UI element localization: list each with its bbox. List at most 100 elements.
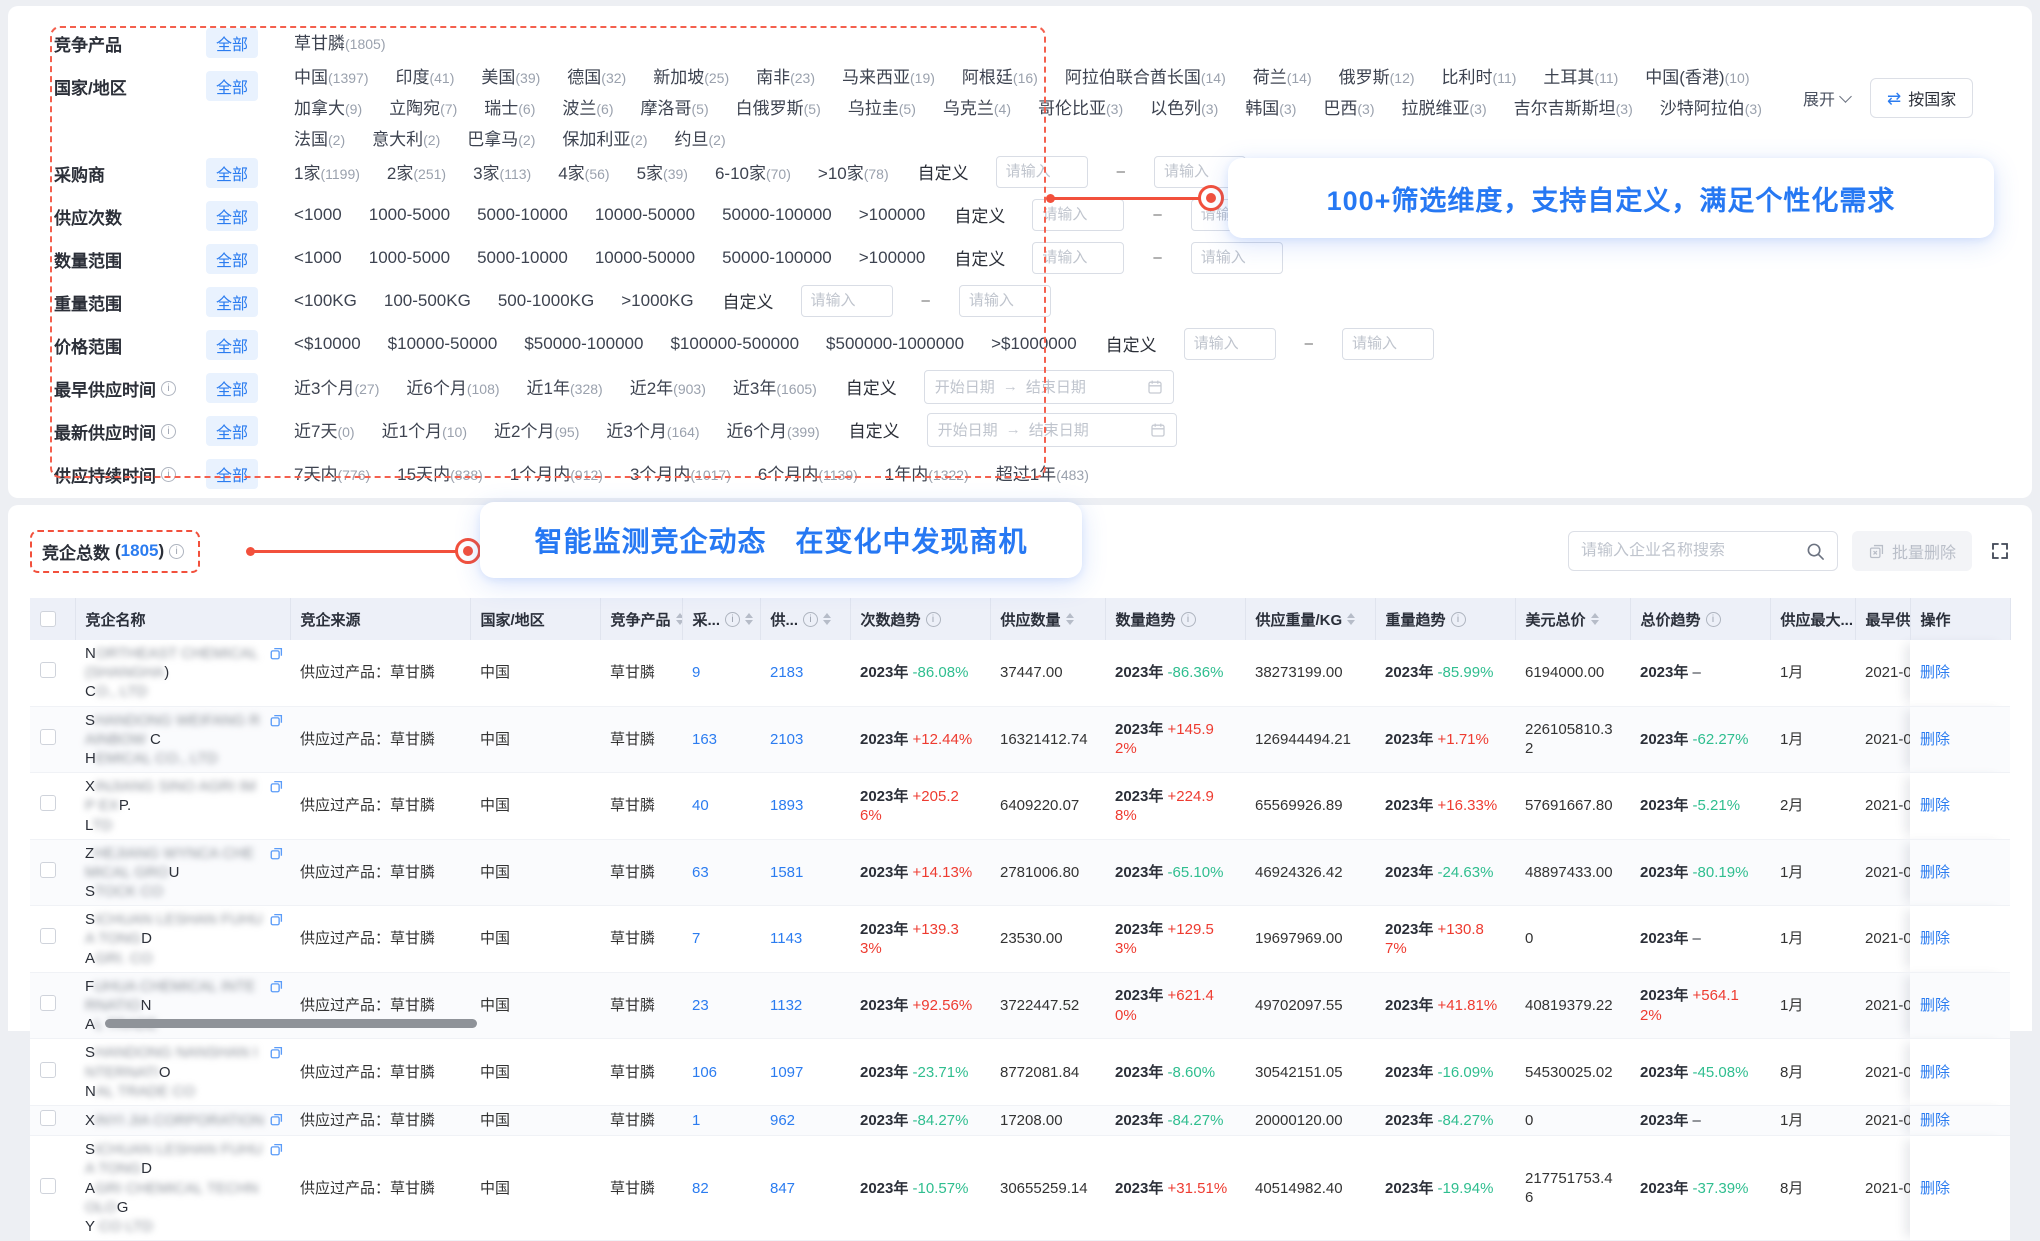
filter-option[interactable]: 5家(39) [637,159,688,184]
info-icon[interactable]: i [1181,612,1196,627]
filter-option[interactable]: 近3个月(27) [294,374,379,399]
info-icon[interactable]: i [161,424,176,439]
filter-option[interactable]: >100000 [859,248,926,268]
buyers-count-link[interactable]: 63 [692,864,709,881]
filter-option[interactable]: 德国(32) [567,63,626,88]
copy-icon[interactable] [269,646,284,661]
row-checkbox[interactable] [40,1110,56,1126]
sort-icon[interactable] [823,613,831,625]
delete-link[interactable]: 删除 [1920,664,1950,681]
column-header-max[interactable]: 供应最大...i [1770,598,1855,640]
buyers-count-link[interactable]: 106 [692,1064,717,1081]
filter-option[interactable]: 沙特阿拉伯(3) [1660,94,1762,119]
filter-all-chip[interactable]: 全部 [206,373,258,403]
column-header-usd[interactable]: 美元总价 [1515,598,1630,640]
filter-option[interactable]: 哥伦比亚(3) [1038,94,1123,119]
filter-option[interactable]: 美国(39) [481,63,540,88]
filter-option[interactable]: 500-1000KG [498,291,594,311]
filter-option[interactable]: <100KG [294,291,357,311]
filter-option[interactable]: 近3年(1605) [733,374,817,399]
filter-option[interactable]: 韩国(3) [1245,94,1296,119]
sort-icon[interactable] [1066,613,1074,625]
custom-label[interactable]: 自定义 [846,374,897,399]
filter-option[interactable]: 3家(113) [473,159,531,184]
copy-icon[interactable] [269,1045,284,1060]
filter-all-chip[interactable]: 全部 [206,28,258,58]
filter-option[interactable]: $50000-100000 [524,334,643,354]
filter-option[interactable]: 白俄罗斯(5) [736,94,821,119]
filter-option[interactable]: 近1个月(10) [382,417,467,442]
supply-times-link[interactable]: 1143 [770,930,802,947]
filter-option[interactable]: <1000 [294,205,342,225]
filter-option[interactable]: 1年内(1322) [885,460,969,485]
expand-toggle[interactable]: 展开 [1803,86,1850,110]
custom-min-input[interactable] [1184,328,1276,360]
filter-option[interactable]: $500000-1000000 [826,334,964,354]
row-checkbox[interactable] [40,662,56,678]
delete-link[interactable]: 删除 [1920,731,1950,748]
sort-icon[interactable] [1347,613,1355,625]
filter-option[interactable]: 草甘膦(1805) [294,29,385,54]
info-icon[interactable]: i [926,612,941,627]
filter-option[interactable]: 7天内(776) [294,460,370,485]
delete-link[interactable]: 删除 [1920,864,1950,881]
filter-option[interactable]: 乌克兰(4) [943,94,1011,119]
supply-times-link[interactable]: 847 [770,1180,795,1197]
filter-option[interactable]: $100000-500000 [670,334,799,354]
header-checkbox[interactable] [40,611,56,627]
custom-min-input[interactable] [801,285,893,317]
sort-icon[interactable] [745,613,753,625]
filter-option[interactable]: 以色列(3) [1150,94,1218,119]
filter-option[interactable]: 50000-100000 [722,248,832,268]
filter-option[interactable]: 6个月内(1139) [758,460,858,485]
supply-times-link[interactable]: 2103 [770,731,803,748]
filter-option[interactable]: 乌拉圭(5) [848,94,916,119]
calendar-icon[interactable] [1150,422,1166,438]
custom-label[interactable]: 自定义 [954,245,1005,270]
column-header-buyers[interactable]: 采...i [682,598,760,640]
filter-all-chip[interactable]: 全部 [206,287,258,317]
fullscreen-icon[interactable] [1990,541,2010,561]
filter-option[interactable]: 10000-50000 [595,248,695,268]
buyers-count-link[interactable]: 163 [692,731,717,748]
filter-option[interactable]: 50000-100000 [722,205,832,225]
supply-times-link[interactable]: 1097 [770,1064,803,1081]
supply-times-link[interactable]: 962 [770,1112,795,1129]
date-range-input[interactable]: 开始日期→结束日期 [927,413,1177,447]
buyers-count-link[interactable]: 1 [692,1112,700,1129]
filter-option[interactable]: <1000 [294,248,342,268]
custom-max-input[interactable] [1342,328,1434,360]
filter-option[interactable]: 5000-10000 [477,205,568,225]
filter-option[interactable]: 近1年(328) [527,374,603,399]
filter-option[interactable]: 荷兰(14) [1253,63,1312,88]
row-checkbox[interactable] [40,862,56,878]
buyers-count-link[interactable]: 82 [692,1180,709,1197]
calendar-icon[interactable] [1147,379,1163,395]
custom-max-input[interactable] [1191,242,1283,274]
filter-option[interactable]: 南非(23) [756,63,815,88]
filter-option[interactable]: 2家(251) [387,159,446,184]
filter-option[interactable]: 1个月内(912) [510,460,603,485]
filter-option[interactable]: 摩洛哥(5) [641,94,709,119]
copy-icon[interactable] [269,912,284,927]
copy-icon[interactable] [269,979,284,994]
delete-link[interactable]: 删除 [1920,797,1950,814]
copy-icon[interactable] [269,1112,284,1127]
filter-option[interactable]: 近6个月(108) [406,374,499,399]
filter-option[interactable]: 100-500KG [384,291,471,311]
info-icon[interactable]: i [161,467,176,482]
filter-option[interactable]: >100000 [859,205,926,225]
sort-icon[interactable] [676,613,682,625]
filter-option[interactable]: 3个月内(1017) [630,460,731,485]
copy-icon[interactable] [269,779,284,794]
filter-option[interactable]: 1000-5000 [369,248,450,268]
filter-option[interactable]: 近3个月(164) [606,417,699,442]
column-header-product[interactable]: 竞争产品 [600,598,682,640]
custom-label[interactable]: 自定义 [1106,331,1157,356]
row-checkbox[interactable] [40,928,56,944]
sort-icon[interactable] [1591,613,1599,625]
filter-option[interactable]: 印度(41) [395,63,454,88]
filter-all-chip[interactable]: 全部 [206,201,258,231]
custom-label[interactable]: 自定义 [918,159,969,184]
row-checkbox[interactable] [40,1062,56,1078]
